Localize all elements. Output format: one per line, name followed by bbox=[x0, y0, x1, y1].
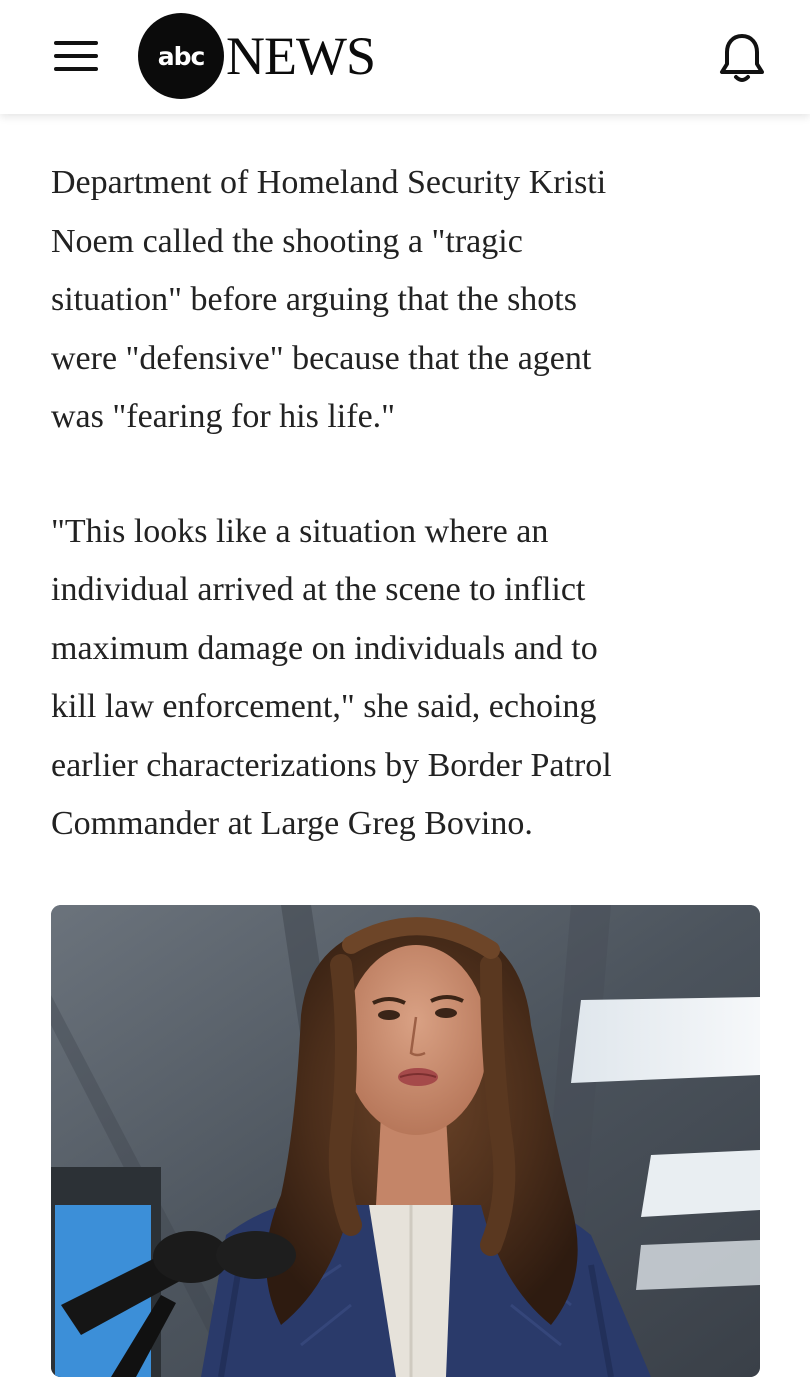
bell-icon[interactable] bbox=[718, 30, 766, 86]
article-photo[interactable] bbox=[51, 905, 760, 1377]
article-paragraph: Department of Homeland Security Kristi N… bbox=[51, 164, 607, 435]
top-app-bar: abc NEWS bbox=[0, 0, 810, 114]
hamburger-menu-icon[interactable] bbox=[52, 36, 100, 76]
abc-news-logo[interactable]: abc NEWS bbox=[138, 12, 376, 100]
abc-logo-disc: abc bbox=[138, 13, 224, 99]
logo-wordmark: NEWS bbox=[226, 26, 376, 86]
article-paragraph: "This looks like a situation where an in… bbox=[51, 512, 612, 843]
article-body: Department of Homeland Security Kristi N… bbox=[51, 154, 761, 854]
